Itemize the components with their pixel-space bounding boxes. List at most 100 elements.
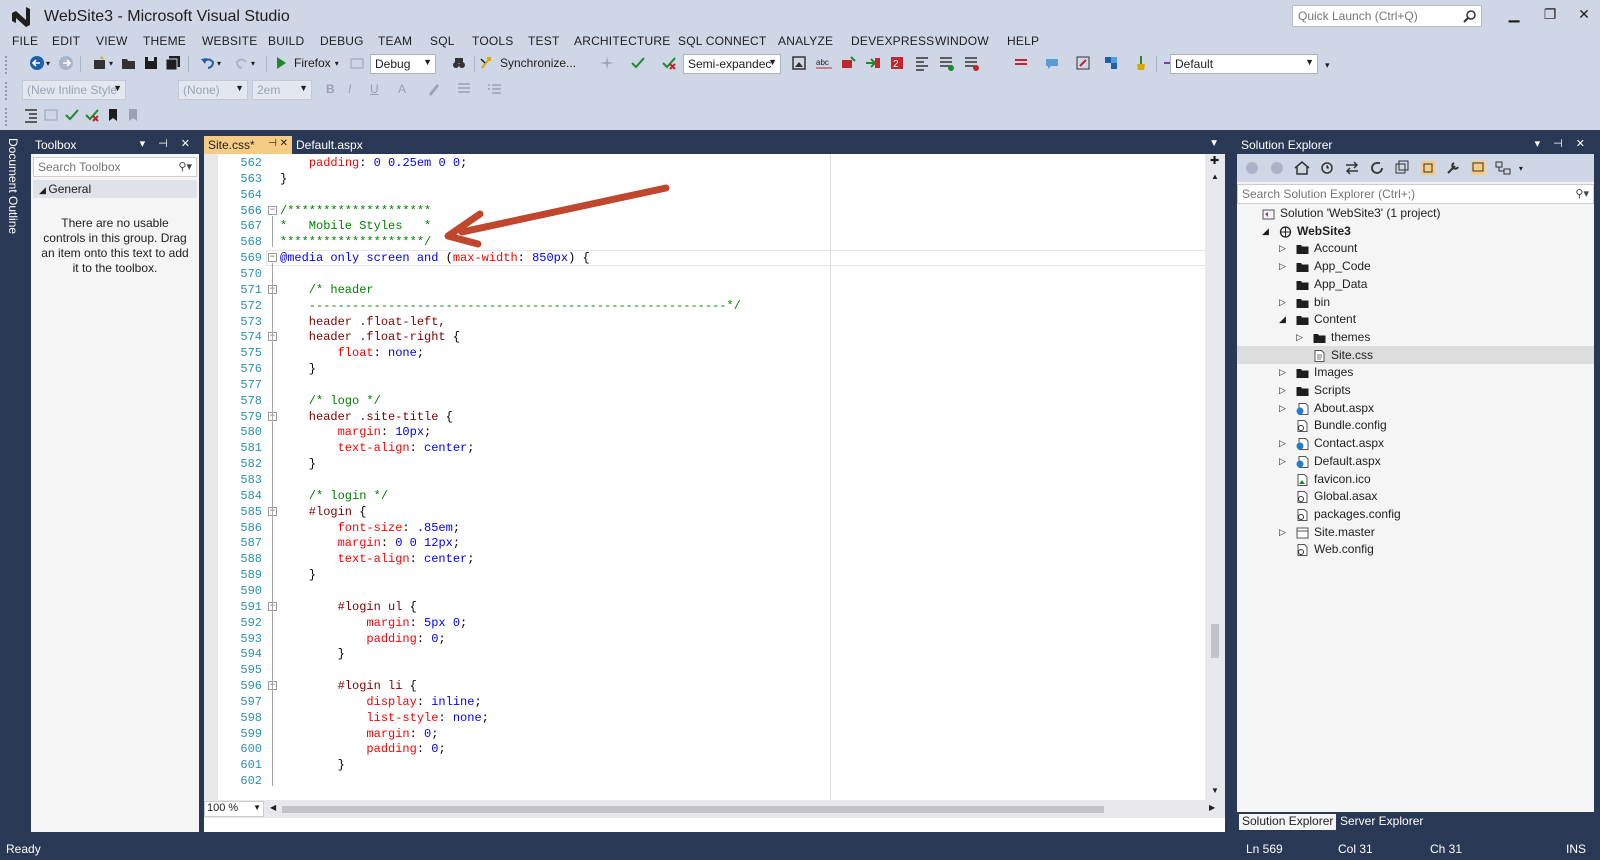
code-line[interactable]: 600 padding: 0; [218, 741, 1208, 757]
menu-analyze[interactable]: ANALYZE [778, 34, 833, 48]
list-add-icon[interactable] [937, 54, 955, 72]
tab-solution-explorer[interactable]: Solution Explorer [1239, 814, 1337, 830]
collapsed-triangle-icon[interactable]: ▷ [1279, 523, 1289, 541]
code-line[interactable]: 595 [218, 662, 1208, 678]
code-line[interactable]: 577 [218, 377, 1208, 393]
menu-view[interactable]: VIEW [96, 34, 127, 48]
bookmark-icon[interactable] [104, 106, 122, 124]
code-line[interactable]: 574− header .float-right { [218, 329, 1208, 345]
collapsed-triangle-icon[interactable]: ▷ [1279, 381, 1289, 399]
menu-tools[interactable]: TOOLS [472, 34, 513, 48]
solution-explorer-search-box[interactable]: ⚲▾ [1237, 184, 1594, 204]
tab-pin-close-icon[interactable]: ⊣ ✕ [268, 138, 288, 149]
code-line[interactable]: 579− header .site-title { [218, 409, 1208, 425]
home-icon[interactable] [1293, 159, 1311, 177]
tab-list-dropdown-icon[interactable]: ▼ [1209, 138, 1219, 149]
expanded-triangle-icon[interactable]: ◢ [1279, 310, 1289, 328]
tree-item[interactable]: ▷ Contact.aspx [1237, 434, 1594, 452]
check-arrow-icon[interactable] [629, 54, 647, 72]
find-in-files-button[interactable] [448, 52, 470, 74]
remove-check-icon[interactable] [83, 106, 101, 124]
justify-icon[interactable] [455, 80, 473, 98]
code-line[interactable]: 564 [218, 187, 1208, 203]
code-line[interactable]: 597 display: inline; [218, 694, 1208, 710]
code-line[interactable]: 567 * Mobile Styles * [218, 218, 1208, 234]
code-line[interactable]: 594 } [218, 646, 1208, 662]
image-icon[interactable] [790, 54, 808, 72]
undo-button[interactable]: ▾ [194, 52, 226, 74]
collapsed-triangle-icon[interactable]: ▷ [1279, 293, 1289, 311]
new-project-button[interactable]: ▾ [86, 52, 118, 74]
document-outline-tab[interactable]: Document Outline [6, 138, 26, 258]
vertical-scrollbar[interactable]: ✚ ▲ ▼ [1205, 154, 1225, 800]
bullets-icon[interactable] [486, 80, 504, 98]
class-diagram-icon[interactable] [1494, 159, 1512, 177]
toolbox-search-box[interactable]: ⚲▾ [33, 157, 197, 177]
code-line[interactable]: 585− #login { [218, 504, 1208, 520]
tree-item[interactable]: favicon.ico [1237, 470, 1594, 488]
add-style-icon[interactable] [839, 54, 857, 72]
split-icon[interactable]: ✚ [1210, 154, 1219, 167]
indent-icon[interactable] [22, 106, 40, 124]
menu-sql[interactable]: SQL [430, 34, 455, 48]
tab-site-css[interactable]: Site.css* ⊣ ✕ [204, 136, 292, 154]
menu-build[interactable]: BUILD [268, 34, 304, 48]
code-line[interactable]: 590 [218, 583, 1208, 599]
collapsed-triangle-icon[interactable]: ▷ [1296, 328, 1306, 346]
tree-item[interactable]: ▷ Images [1237, 363, 1594, 381]
scroll-down-icon[interactable]: ▼ [1211, 786, 1219, 795]
code-line[interactable]: 578 /* logo */ [218, 393, 1208, 409]
maximize-button[interactable]: ❐ [1536, 6, 1564, 26]
code-line[interactable]: 588 text-align: center; [218, 551, 1208, 567]
spellcheck-icon[interactable]: abc [815, 54, 833, 72]
menu-architecture[interactable]: ARCHITECTURE [574, 34, 670, 48]
tab-default-aspx[interactable]: Default.aspx [292, 136, 382, 154]
collapsed-triangle-icon[interactable]: ▷ [1279, 363, 1289, 381]
menu-edit[interactable]: EDIT [52, 34, 80, 48]
expanded-triangle-icon[interactable]: ◢ [1262, 222, 1272, 240]
code-line[interactable]: 569− @media only screen and (max-width: 8… [218, 250, 1208, 267]
code-line[interactable]: 593 padding: 0; [218, 631, 1208, 647]
tree-item[interactable]: ▷ About.aspx [1237, 399, 1594, 417]
search-icon[interactable]: ⚲▾ [178, 160, 192, 173]
code-line[interactable]: 589 } [218, 567, 1208, 583]
toolbar-grip[interactable] [4, 107, 8, 127]
properties-icon[interactable] [1444, 159, 1462, 177]
panel-controls[interactable]: ▾ ⊣ ✕ [140, 137, 195, 150]
tab-server-explorer[interactable]: Server Explorer [1337, 814, 1426, 830]
tree-item[interactable]: Bundle.config [1237, 416, 1594, 434]
code-line[interactable]: 586 font-size: .85em; [218, 520, 1208, 536]
quick-launch-box[interactable] [1292, 5, 1482, 27]
format-document-icon[interactable] [1074, 54, 1092, 72]
tree-item[interactable]: packages.config [1237, 505, 1594, 523]
scroll-up-icon[interactable]: ▲ [1211, 172, 1219, 181]
code-text-area[interactable]: 562 padding: 0 0.25em 0 0; 563} 564 566−/**… [204, 154, 1225, 800]
scroll-left-icon[interactable]: ◀ [270, 803, 276, 812]
code-line[interactable]: 583 [218, 472, 1208, 488]
forward-icon[interactable] [1268, 159, 1286, 177]
synchronize-button[interactable]: Synchronize... [478, 52, 588, 74]
toolbox-search-input[interactable] [34, 158, 164, 176]
uncomment-icon[interactable] [1043, 54, 1061, 72]
collapse-all-icon[interactable] [1393, 159, 1411, 177]
tree-item[interactable]: ▷ bin [1237, 293, 1594, 311]
sync-icon[interactable] [1343, 159, 1361, 177]
close-window-button[interactable]: ✕ [1570, 6, 1598, 26]
preview-icon[interactable] [1469, 159, 1487, 177]
tree-item[interactable]: App_Data [1237, 275, 1594, 293]
toolbar-grip[interactable] [4, 81, 8, 101]
code-line[interactable]: 582 } [218, 456, 1208, 472]
layout-dropdown[interactable]: Default ▼ [1170, 54, 1318, 74]
menu-file[interactable]: FILE [12, 34, 38, 48]
cells-icon[interactable] [42, 106, 60, 124]
code-line[interactable]: 572 ------------------------------------… [218, 298, 1208, 314]
code-line[interactable]: 563} [218, 171, 1208, 187]
tree-item[interactable]: Solution 'WebSite3' (1 project) [1237, 204, 1594, 222]
code-line[interactable]: 581 text-align: center; [218, 440, 1208, 456]
remove-style-icon[interactable]: 2 [888, 54, 906, 72]
toolbox-group-general[interactable]: ◢ General [33, 180, 197, 198]
tree-item[interactable]: Global.asax [1237, 487, 1594, 505]
save-button[interactable] [140, 52, 162, 74]
search-icon[interactable] [1463, 9, 1477, 23]
font-size-dropdown[interactable]: 2em ▼ [252, 80, 312, 100]
